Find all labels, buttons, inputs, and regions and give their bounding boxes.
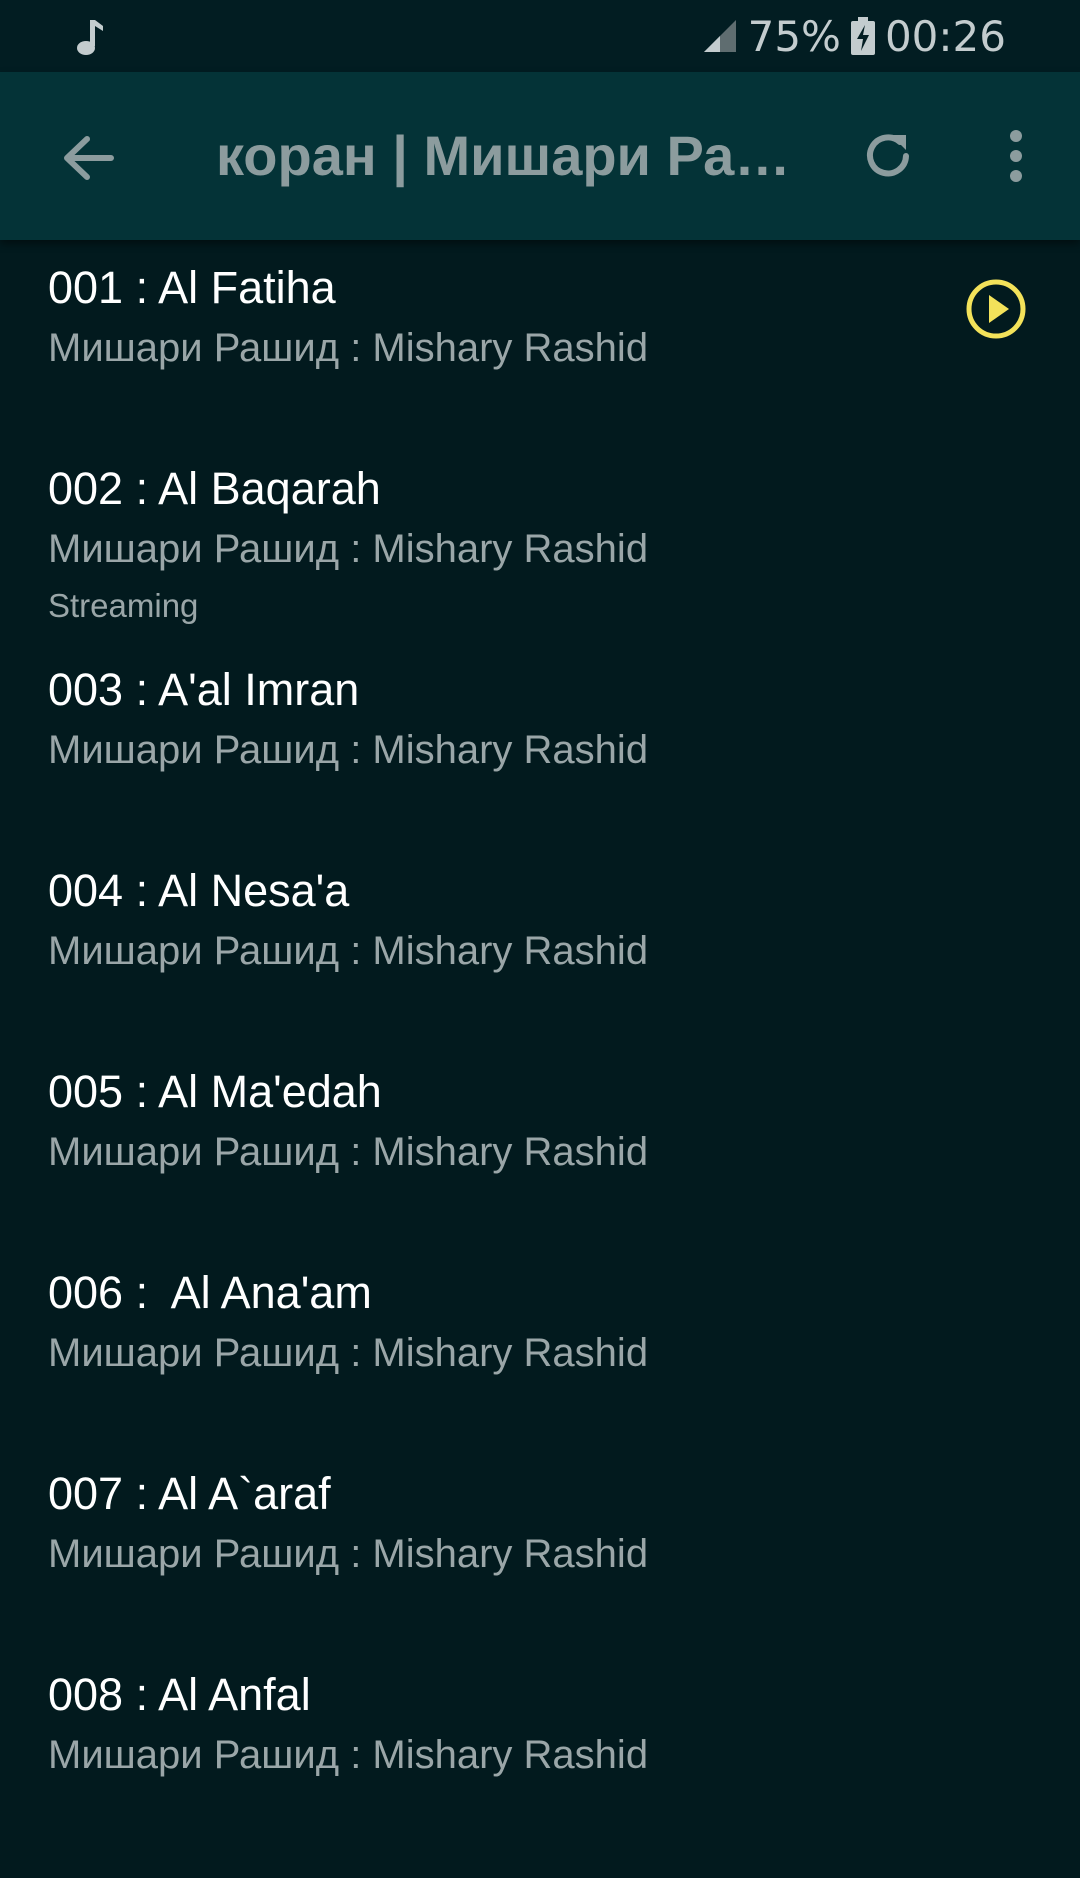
list-item[interactable]: 002 : Al Baqarah Мишари Рашид : Mishary … xyxy=(0,441,1080,642)
list-item[interactable]: 005 : Al Ma'edah Мишари Рашид : Mishary … xyxy=(0,1044,1080,1245)
track-artist: Мишари Рашид : Mishary Rashid xyxy=(48,1733,649,1777)
track-status: Streaming xyxy=(48,587,199,624)
refresh-icon xyxy=(867,134,909,177)
track-title: 003 : A'al Imran xyxy=(48,664,360,715)
more-vert-icon xyxy=(1010,130,1022,182)
track-artist: Мишари Рашид : Mishary Rashid xyxy=(48,728,649,772)
track-title: 008 : Al Anfal xyxy=(48,1669,311,1720)
battery-percent: 75% xyxy=(747,11,841,61)
list-item[interactable]: 007 : Al A`araf Мишари Рашид : Mishary R… xyxy=(0,1446,1080,1647)
status-bar: 75% 00:26 xyxy=(0,0,1080,72)
play-button[interactable] xyxy=(964,277,1028,341)
list-item[interactable]: 001 : Al Fatiha Мишари Рашид : Mishary R… xyxy=(0,240,1080,441)
track-artist: Мишари Рашид : Mishary Rashid xyxy=(48,1331,649,1375)
track-artist: Мишари Рашид : Mishary Rashid xyxy=(48,326,649,370)
signal-icon xyxy=(703,20,736,52)
arrow-back-icon xyxy=(64,136,114,180)
list-item[interactable]: 006 : Al Ana'am Мишари Рашид : Mishary R… xyxy=(0,1245,1080,1446)
page-title: коран | Мишари Рашид xyxy=(216,124,796,187)
track-title: 004 : Al Nesa'a xyxy=(48,865,350,916)
play-icon xyxy=(989,295,1009,323)
list-item[interactable]: 008 : Al Anfal Мишари Рашид : Mishary Ra… xyxy=(0,1647,1080,1848)
track-artist: Мишари Рашид : Mishary Rashid xyxy=(48,1130,649,1174)
track-title: 005 : Al Ma'edah xyxy=(48,1066,382,1117)
music-note-icon xyxy=(77,20,103,55)
clock: 00:26 xyxy=(884,11,1006,61)
track-title: 006 : Al Ana'am xyxy=(48,1267,372,1318)
app-bar: коран | Мишари Рашид xyxy=(0,72,1080,240)
list-item[interactable]: 003 : A'al Imran Мишари Рашид : Mishary … xyxy=(0,642,1080,843)
track-artist: Мишари Рашид : Mishary Rashid xyxy=(48,929,649,973)
track-title: 002 : Al Baqarah xyxy=(48,463,381,514)
refresh-button[interactable] xyxy=(852,120,924,192)
track-artist: Мишари Рашид : Mishary Rashid xyxy=(48,1532,649,1576)
track-artist: Мишари Рашид : Mishary Rashid xyxy=(48,527,649,571)
back-button[interactable] xyxy=(52,122,124,194)
track-title: 001 : Al Fatiha xyxy=(48,262,336,313)
track-title: 007 : Al A`araf xyxy=(48,1468,331,1519)
more-options-button[interactable] xyxy=(980,120,1052,192)
status-right: 75% 00:26 xyxy=(702,0,1006,72)
track-list: 001 : Al Fatiha Мишари Рашид : Mishary R… xyxy=(0,240,1080,1848)
list-item[interactable]: 004 : Al Nesa'a Мишари Рашид : Mishary R… xyxy=(0,843,1080,1044)
battery-charging-icon xyxy=(850,17,875,55)
